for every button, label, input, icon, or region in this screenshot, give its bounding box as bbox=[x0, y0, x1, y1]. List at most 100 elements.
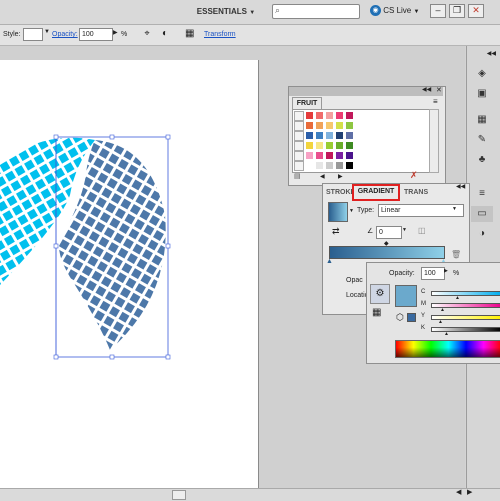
globe-artwork[interactable] bbox=[0, 125, 180, 365]
color-panel-icon[interactable]: ◈ bbox=[471, 66, 493, 82]
color-swatch[interactable] bbox=[315, 141, 324, 150]
panel-title-bar[interactable] bbox=[289, 87, 443, 96]
color-swatch[interactable] bbox=[335, 131, 344, 140]
stroke-icon[interactable]: ≡ bbox=[471, 186, 493, 202]
chevron-down-icon: ▼ bbox=[249, 10, 256, 16]
c-slider[interactable] bbox=[431, 291, 500, 296]
color-swatch[interactable] bbox=[335, 121, 344, 130]
color-swatch[interactable] bbox=[325, 141, 334, 150]
gradient-icon[interactable]: ▭ bbox=[471, 206, 493, 222]
k-slider-handle[interactable]: ▲ bbox=[444, 331, 449, 337]
color-swatch[interactable] bbox=[305, 111, 314, 120]
delete-stop-icon[interactable]: 🗑 bbox=[451, 250, 461, 259]
panel-menu-icon[interactable]: ≡ bbox=[433, 97, 438, 106]
transform-link[interactable]: Transform bbox=[204, 30, 236, 40]
color-swatch[interactable] bbox=[305, 121, 314, 130]
color-swatch[interactable] bbox=[325, 161, 334, 170]
scroll-left-icon[interactable]: ◀ bbox=[456, 488, 461, 496]
tab-gradient[interactable]: GRADIENT bbox=[352, 184, 400, 201]
color-swatch[interactable] bbox=[305, 131, 314, 140]
next-library-icon[interactable]: ▶ bbox=[338, 173, 343, 180]
collapse-icon[interactable]: ◀◀ bbox=[422, 86, 431, 93]
color-swatch[interactable] bbox=[325, 131, 334, 140]
color-swatch[interactable] bbox=[335, 141, 344, 150]
scroll-right-icon[interactable]: ▶ bbox=[467, 488, 472, 496]
collapse-icon[interactable]: ◀◀ bbox=[456, 183, 465, 190]
color-swatch[interactable] bbox=[325, 121, 334, 130]
color-swatch[interactable] bbox=[305, 161, 314, 170]
swatches-icon[interactable]: ▦ bbox=[471, 112, 493, 128]
color-opacity-field[interactable]: 100 bbox=[421, 267, 445, 280]
color-swatch[interactable] bbox=[335, 151, 344, 160]
color-swatch[interactable] bbox=[315, 151, 324, 160]
c-slider-handle[interactable]: ▲ bbox=[455, 295, 460, 301]
reverse-gradient-icon[interactable]: ⇄ bbox=[332, 226, 340, 237]
color-swatch[interactable] bbox=[345, 111, 354, 120]
color-swatch[interactable] bbox=[345, 161, 354, 170]
angle-field[interactable]: 0 bbox=[376, 226, 402, 239]
cs-live-label: CS Live bbox=[383, 6, 412, 15]
gradient-stop-left[interactable]: ▲ bbox=[326, 258, 333, 265]
midpoint-diamond[interactable]: ◆ bbox=[384, 240, 389, 247]
color-swatch[interactable] bbox=[305, 151, 314, 160]
gradient-slider[interactable] bbox=[329, 246, 445, 259]
chevron-right-icon[interactable]: ▶ bbox=[113, 29, 118, 36]
color-mode-icon[interactable]: ▦ bbox=[372, 307, 381, 318]
opacity-link[interactable]: Opacity: bbox=[52, 30, 78, 40]
aspect-ratio-icon[interactable]: ◫ bbox=[418, 226, 426, 235]
swatch-grid[interactable] bbox=[292, 109, 430, 173]
k-slider[interactable] bbox=[431, 327, 500, 332]
color-swatch[interactable] bbox=[345, 151, 354, 160]
swatch-scrollbar[interactable] bbox=[429, 109, 439, 173]
color-swatch[interactable] bbox=[315, 131, 324, 140]
y-slider-handle[interactable]: ▲ bbox=[438, 319, 443, 325]
type-label: Type: bbox=[357, 207, 375, 214]
m-slider-handle[interactable]: ▲ bbox=[440, 307, 445, 313]
color-guide-icon[interactable]: ▣ bbox=[471, 86, 493, 102]
none-swatch-icon[interactable]: ✗ bbox=[410, 170, 418, 181]
color-swatch[interactable] bbox=[305, 141, 314, 150]
horizontal-scroll-thumb[interactable] bbox=[172, 490, 186, 500]
chevron-down-icon[interactable]: ▼ bbox=[44, 29, 50, 35]
style-swatch[interactable] bbox=[23, 28, 43, 41]
restore-button[interactable]: ❐ bbox=[449, 4, 465, 18]
fill-color-swatch[interactable] bbox=[395, 285, 417, 307]
color-swatch[interactable] bbox=[315, 161, 324, 170]
close-panel-icon[interactable]: ✕ bbox=[436, 86, 442, 94]
prev-library-icon[interactable]: ◀ bbox=[320, 173, 325, 180]
workspace-switcher[interactable]: ESSENTIALS ▼ bbox=[190, 4, 262, 19]
color-swatch[interactable] bbox=[345, 121, 354, 130]
color-swatch[interactable] bbox=[325, 111, 334, 120]
chevron-down-icon[interactable]: ▼ bbox=[349, 208, 354, 214]
align-icon[interactable]: ▦ bbox=[185, 28, 197, 40]
web-safe-swatch[interactable] bbox=[407, 313, 416, 322]
color-swatch[interactable] bbox=[335, 161, 344, 170]
tab-stroke[interactable]: STROKE bbox=[326, 187, 353, 198]
opacity-mask-icon[interactable]: ◐ bbox=[162, 28, 174, 40]
color-swatch[interactable] bbox=[315, 121, 324, 130]
tab-fruit[interactable]: FRUIT bbox=[292, 97, 322, 109]
recolor-icon[interactable]: ⌖ bbox=[140, 28, 154, 40]
library-menu-icon[interactable]: ▤ bbox=[294, 172, 301, 180]
chevron-down-icon[interactable]: ▼ bbox=[452, 206, 457, 212]
color-spectrum-bar[interactable] bbox=[395, 340, 500, 358]
close-button[interactable]: ✕ bbox=[468, 4, 484, 18]
collapse-dock-icon[interactable]: ◀◀ bbox=[470, 50, 496, 58]
opacity-field[interactable]: 100 bbox=[79, 28, 113, 41]
chevron-right-icon[interactable]: ▶ bbox=[444, 268, 448, 274]
minimize-button[interactable]: – bbox=[430, 4, 446, 18]
tab-transparency[interactable]: TRANS bbox=[404, 187, 430, 198]
help-search-input[interactable] bbox=[272, 4, 360, 19]
symbols-icon[interactable]: ♣ bbox=[471, 152, 493, 168]
recolor-artwork-icon[interactable]: ⚙ bbox=[370, 284, 390, 304]
color-swatch[interactable] bbox=[335, 111, 344, 120]
cs-live-button[interactable]: ◉ CS Live ▼ bbox=[370, 3, 428, 19]
color-swatch[interactable] bbox=[325, 151, 334, 160]
chevron-down-icon[interactable]: ▼ bbox=[402, 227, 407, 233]
color-swatch[interactable] bbox=[345, 131, 354, 140]
brushes-icon[interactable]: ✎ bbox=[471, 132, 493, 148]
transparency-icon[interactable]: ◑ bbox=[471, 226, 493, 242]
gradient-preview-swatch[interactable] bbox=[328, 202, 348, 222]
color-swatch[interactable] bbox=[315, 111, 324, 120]
color-swatch[interactable] bbox=[345, 141, 354, 150]
